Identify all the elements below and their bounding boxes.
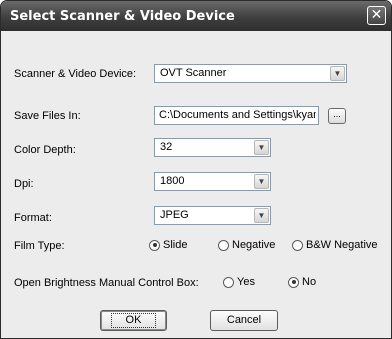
radio-icon [288, 276, 299, 288]
film-type-negative-label: Negative [232, 239, 276, 251]
window-title: Select Scanner & Video Device [10, 9, 235, 24]
chevron-down-icon[interactable]: ▼ [254, 174, 269, 189]
brightness-yes-radio[interactable]: Yes [223, 276, 255, 288]
film-type-label: Film Type: [14, 240, 65, 252]
dpi-label: Dpi: [14, 178, 34, 190]
film-type-bw-negative-label: B&W Negative [306, 239, 378, 251]
brightness-yes-label: Yes [237, 276, 255, 288]
film-type-slide-label: Slide [163, 239, 188, 251]
film-type-negative-radio[interactable]: Negative [218, 239, 275, 251]
title-bar[interactable]: Select Scanner & Video Device ✕ [1, 1, 391, 31]
film-type-bw-negative-radio[interactable]: B&W Negative [292, 239, 378, 251]
brightness-label: Open Brightness Manual Control Box: [14, 277, 199, 289]
chevron-down-icon[interactable]: ▼ [254, 208, 269, 223]
film-type-slide-radio[interactable]: Slide [149, 239, 187, 251]
ok-button-label: OK [110, 313, 157, 328]
save-path-value: C:\Documents and Settings\kyama [159, 109, 316, 121]
brightness-no-label: No [302, 276, 317, 288]
radio-icon [223, 276, 234, 288]
brightness-no-radio[interactable]: No [288, 276, 316, 288]
format-label: Format: [14, 212, 52, 224]
radio-icon [218, 239, 229, 251]
color-depth-label: Color Depth: [14, 144, 76, 156]
format-select[interactable]: JPEG ▼ [154, 206, 271, 225]
chevron-down-icon[interactable]: ▼ [330, 66, 345, 81]
chevron-down-icon[interactable]: ▼ [254, 140, 269, 155]
device-label: Scanner & Video Device: [14, 68, 137, 80]
radio-icon [149, 239, 160, 251]
radio-icon [292, 239, 303, 251]
browse-button[interactable]: ... [328, 108, 346, 124]
close-icon[interactable]: ✕ [367, 6, 386, 25]
device-value: OVT Scanner [160, 67, 227, 79]
save-label: Save Files In: [14, 110, 81, 122]
cancel-button[interactable]: Cancel [210, 310, 278, 331]
device-select[interactable]: OVT Scanner ▼ [154, 64, 347, 83]
ok-button[interactable]: OK [100, 310, 167, 331]
dpi-value: 1800 [160, 175, 185, 187]
color-depth-select[interactable]: 32 ▼ [154, 138, 271, 157]
color-depth-value: 32 [160, 141, 173, 153]
dpi-select[interactable]: 1800 ▼ [154, 172, 271, 191]
format-value: JPEG [160, 209, 189, 221]
dialog-window: Select Scanner & Video Device ✕ Scanner … [0, 0, 392, 339]
save-path-field[interactable]: C:\Documents and Settings\kyama [154, 106, 319, 125]
dialog-body: Scanner & Video Device: OVT Scanner ▼ Sa… [1, 31, 391, 338]
